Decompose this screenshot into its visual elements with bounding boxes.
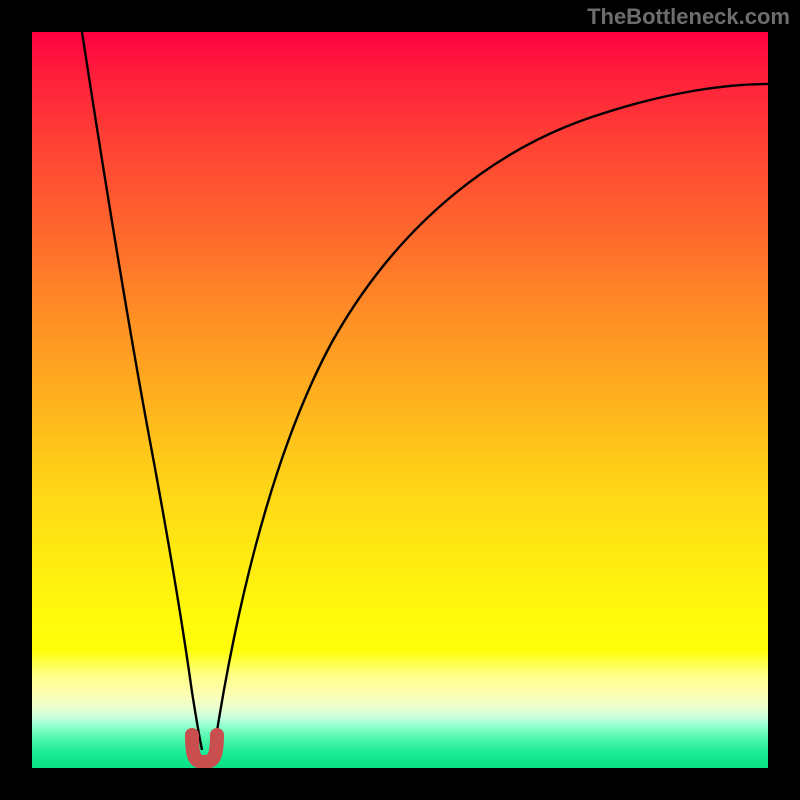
curve-layer <box>32 32 768 768</box>
curve-left-branch <box>82 32 202 750</box>
marker-bottom <box>192 735 217 762</box>
attribution-text: TheBottleneck.com <box>587 4 790 30</box>
chart-frame: TheBottleneck.com <box>0 0 800 800</box>
curve-right-branch <box>214 84 768 750</box>
plot-area <box>32 32 768 768</box>
